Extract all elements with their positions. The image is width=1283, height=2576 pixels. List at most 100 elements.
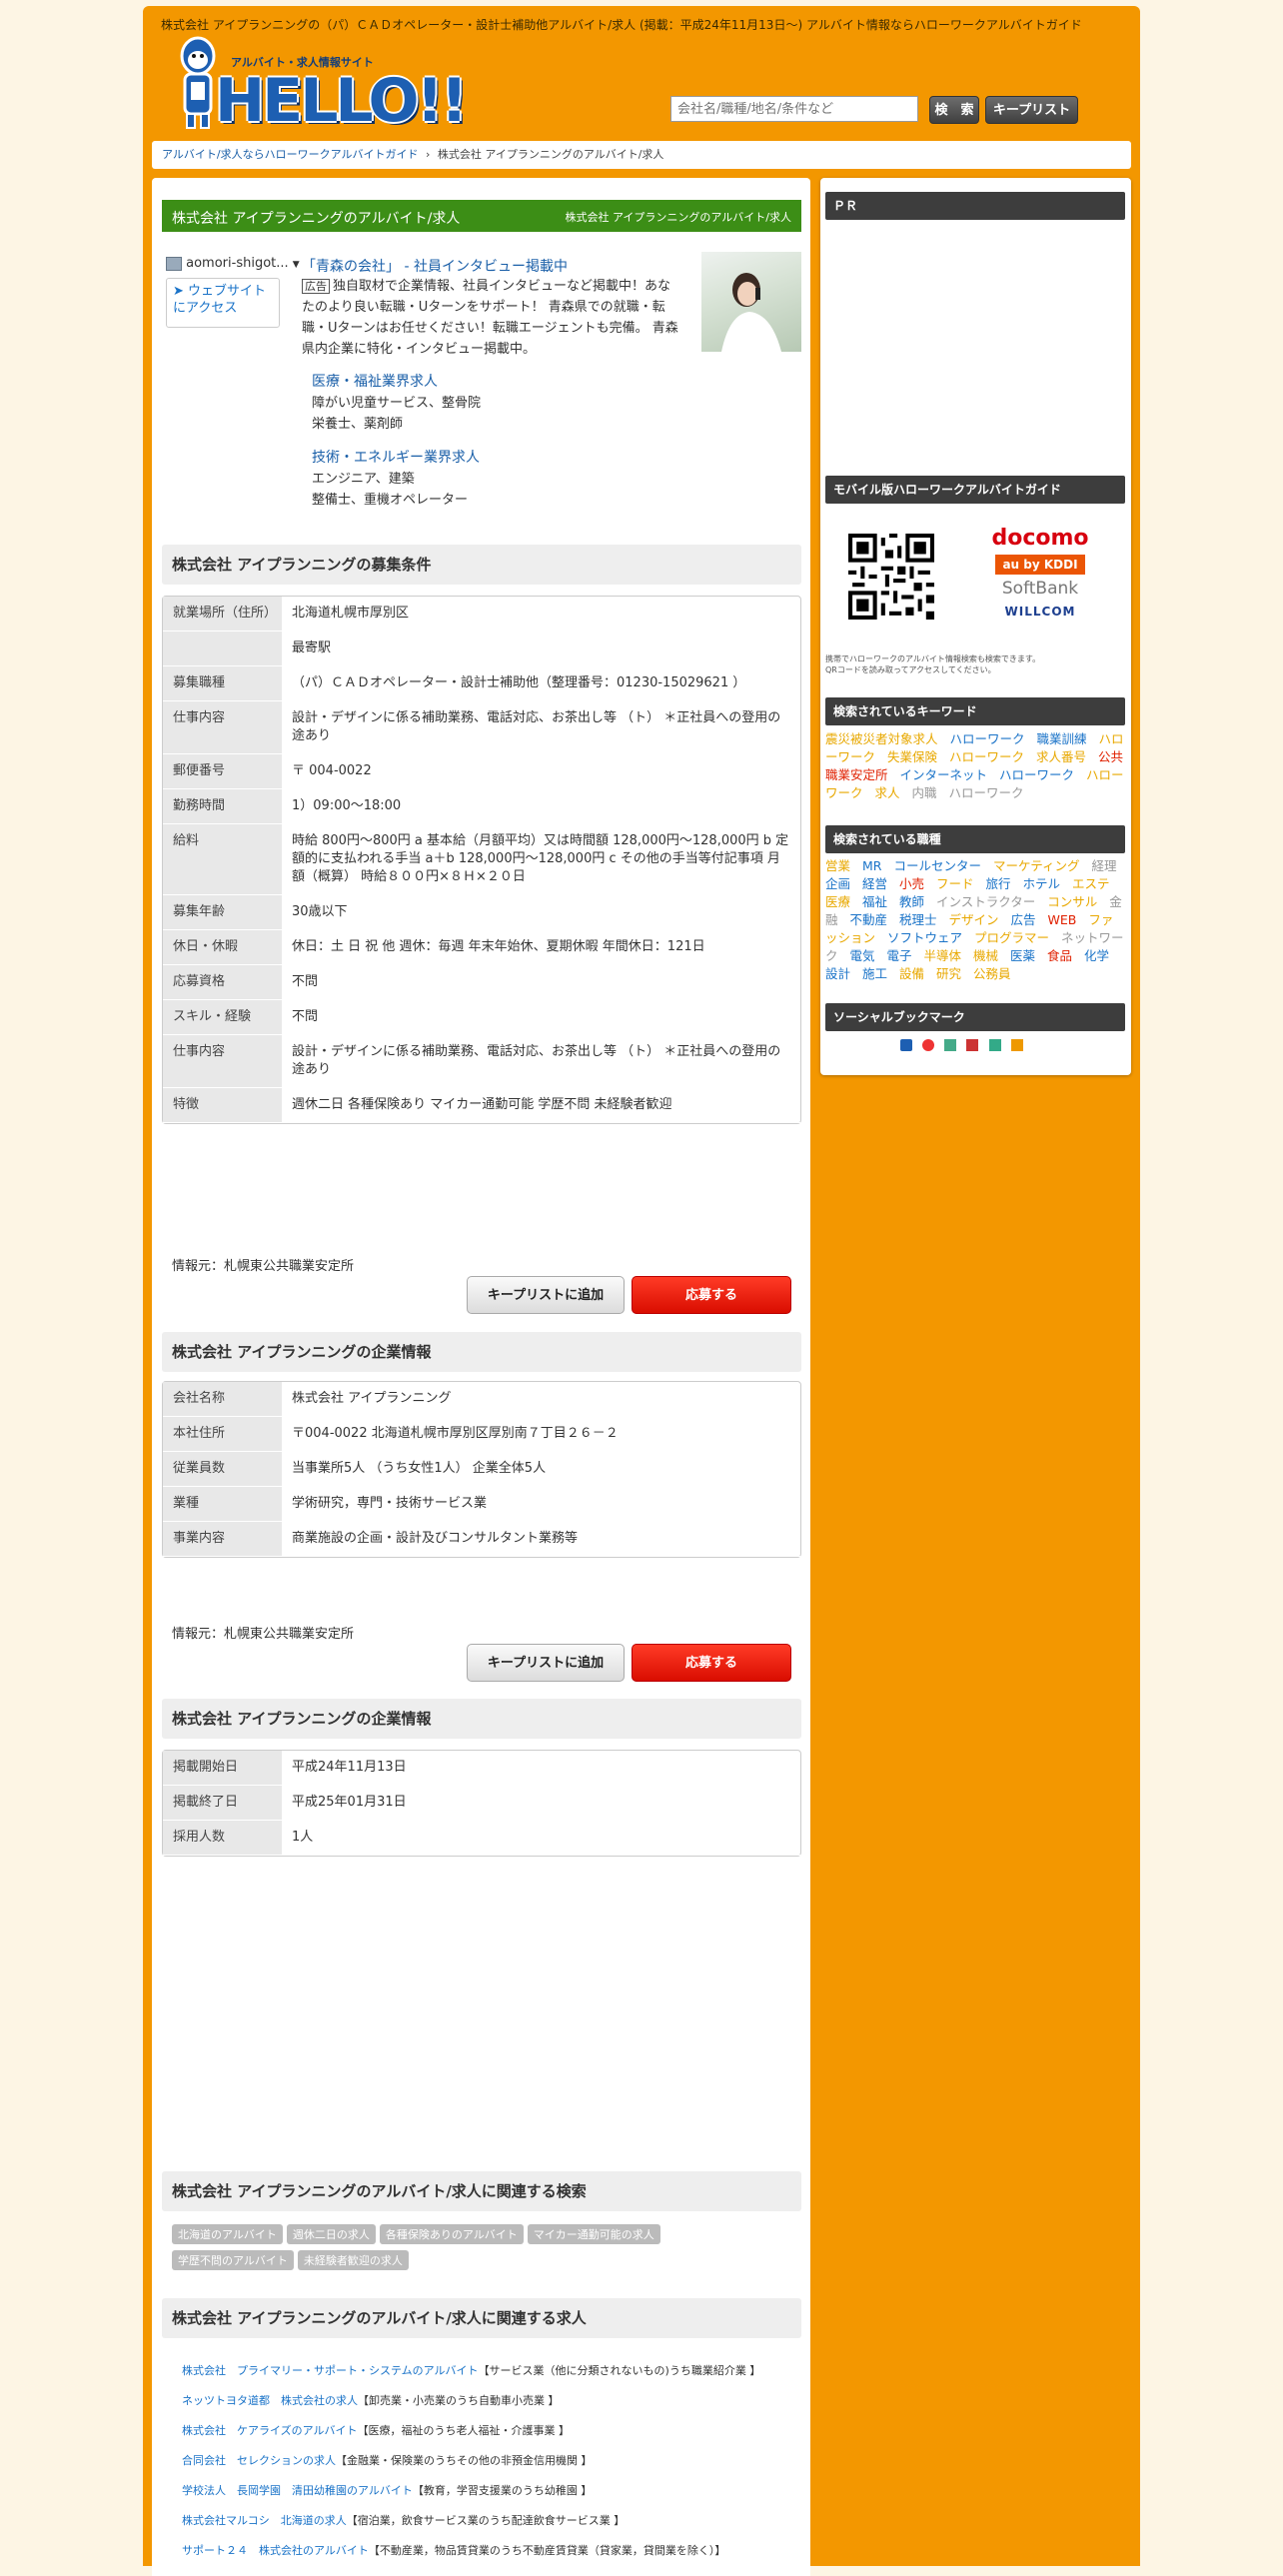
related-search-tag[interactable]: マイカー通勤可能の求人	[527, 2224, 660, 2244]
keyword-link[interactable]: コンサル	[1047, 894, 1097, 909]
keyword-link[interactable]: 医療	[825, 894, 850, 909]
keyword-link[interactable]: ソフトウェア	[887, 930, 962, 945]
row-key: 従業員数	[163, 1452, 282, 1487]
breadcrumb-separator: ›	[425, 148, 431, 161]
keyword-link[interactable]: 求人番号	[1036, 749, 1086, 764]
keyword-link[interactable]: 失業保険	[887, 749, 937, 764]
ad-title[interactable]: 「青森の会社」 - 社員インタビュー掲載中	[302, 256, 568, 276]
keyword-link[interactable]: ハローワーク	[949, 785, 1024, 800]
related-search-tag[interactable]: 週休二日の求人	[286, 2224, 376, 2244]
ad-sub-medical-title[interactable]: 医療・福祉業界求人	[312, 372, 481, 393]
related-job-link[interactable]: 株式会社マルコシ 北海道の求人	[182, 2514, 347, 2527]
related-job-link[interactable]: 株式会社 プライマリー・サポート・システムのアルバイト	[182, 2364, 479, 2377]
keyword-link[interactable]: ハローワーク	[950, 731, 1025, 746]
keyword-link[interactable]: 半導体	[924, 948, 962, 963]
mobile-note: 携帯でハローワークのアルバイト情報検索も検索できます。 QRコードを読み取ってア…	[825, 653, 1125, 675]
page-title-sub: 株式会社 アイプランニングのアルバイト/求人	[565, 211, 791, 224]
keyword-link[interactable]: 設備	[899, 966, 924, 981]
keyword-link[interactable]: デザイン	[949, 912, 999, 927]
related-search-tag[interactable]: 未経験者歓迎の求人	[297, 2250, 409, 2270]
keyword-link[interactable]: インターネット	[900, 767, 988, 782]
ad-visit-website[interactable]: ➤ ウェブサイトにアクセス	[166, 278, 280, 328]
search-input[interactable]	[670, 96, 918, 122]
related-job-link[interactable]: 株式会社 ケアライズのアルバイト	[182, 2424, 358, 2437]
related-job-link[interactable]: ネッツトヨタ道都 株式会社の求人	[182, 2394, 358, 2407]
apply-button[interactable]: 応募する	[632, 1276, 791, 1314]
related-job-category: 【金融業・保険業のうちその他の非預金信用機関 】	[336, 2454, 593, 2467]
row-key: 勤務時間	[163, 789, 282, 824]
hatena-bookmark-icon[interactable]	[900, 1039, 912, 1051]
keyword-link[interactable]: 企画	[825, 876, 850, 891]
keyword-link[interactable]: 電気	[850, 948, 875, 963]
ad-sub-tech: 技術・エネルギー業界求人 エンジニア、建築 整備士、重機オペレーター	[312, 448, 480, 511]
google-bookmark-icon[interactable]	[944, 1039, 957, 1051]
keyword-link[interactable]: インストラクター	[936, 894, 1035, 909]
search-button[interactable]: 検 索	[929, 96, 979, 124]
keyword-link[interactable]: 福祉	[862, 894, 887, 909]
site-logo[interactable]: アルバイト・求人情報サイト HELLO!!	[173, 36, 468, 136]
related-job-category: 【宿泊業，飲食サービス業のうち配達飲食サービス業 】	[346, 2514, 626, 2527]
keep-button[interactable]: キープリストに追加	[467, 1276, 625, 1314]
keyword-link[interactable]: 職業訓練	[1037, 731, 1087, 746]
ad-sub-tech-title[interactable]: 技術・エネルギー業界求人	[312, 448, 480, 469]
related-search-tag[interactable]: 学歴不問のアルバイト	[172, 2250, 294, 2270]
au-logo: au by KDDI	[995, 555, 1085, 575]
keyword-link[interactable]: 医薬	[1010, 948, 1035, 963]
sidebar-social-heading: ソーシャルブックマーク	[825, 1003, 1125, 1031]
livedoor-clip-icon[interactable]	[988, 1039, 1001, 1051]
related-job-link[interactable]: 学校法人 長岡学園 清田幼稚園のアルバイト	[182, 2484, 413, 2497]
keyword-link[interactable]: 電子	[887, 948, 912, 963]
keyword-link[interactable]: 求人	[875, 785, 900, 800]
keyword-link[interactable]: MR	[862, 858, 881, 873]
keyword-link[interactable]: プログラマー	[974, 930, 1049, 945]
keyword-link[interactable]: 税理士	[899, 912, 937, 927]
keyword-link[interactable]: 食品	[1047, 948, 1072, 963]
keyword-link[interactable]: 公務員	[973, 966, 1011, 981]
row-value: 最寄駅	[282, 632, 800, 666]
yahoo-bookmark-icon[interactable]	[966, 1039, 979, 1051]
chevron-down-icon: ▼	[292, 260, 300, 270]
related-search-tag[interactable]: 各種保険ありのアルバイト	[379, 2224, 524, 2244]
keyword-link[interactable]: エステ	[1072, 876, 1110, 891]
row-key: 会社名称	[163, 1382, 282, 1417]
breadcrumb-home-link[interactable]: アルバイト/求人ならハローワークアルバイトガイド	[162, 148, 418, 161]
row-key: 募集職種	[163, 666, 282, 701]
keyword-link[interactable]: フード	[936, 876, 974, 891]
keyword-link[interactable]: 設計	[825, 966, 850, 981]
keyword-link[interactable]: 施工	[862, 966, 887, 981]
keyword-link[interactable]: 内職	[912, 785, 937, 800]
keyword-link[interactable]: コールセンター	[893, 858, 981, 873]
keyword-link[interactable]: ホテル	[1023, 876, 1061, 891]
keyword-link[interactable]: 小売	[899, 876, 924, 891]
buzzurl-icon[interactable]	[1010, 1039, 1023, 1051]
related-search-tag[interactable]: 北海道のアルバイト	[172, 2224, 283, 2244]
ad-source[interactable]: aomori-shigot... ▼	[166, 256, 300, 271]
keyword-link[interactable]: 教師	[899, 894, 924, 909]
delicious-icon[interactable]	[922, 1039, 935, 1051]
keyword-link[interactable]: 機械	[973, 948, 998, 963]
keyword-link[interactable]: 営業	[825, 858, 850, 873]
keeplist-button[interactable]: キープリスト	[985, 96, 1078, 124]
keyword-link[interactable]: 経理	[1091, 858, 1116, 873]
keyword-link[interactable]: 経営	[862, 876, 887, 891]
sidebar-keyword-heading: 検索されているキーワード	[825, 697, 1125, 725]
keep-button-2[interactable]: キープリストに追加	[467, 1644, 625, 1682]
keyword-link[interactable]: 不動産	[850, 912, 888, 927]
related-job-link[interactable]: サポート２４ 株式会社のアルバイト	[182, 2544, 369, 2557]
ad-photo[interactable]	[701, 252, 801, 352]
table-row: 仕事内容 設計・デザインに係る補助業務、電話対応、お茶出し等 （ト） ＊正社員への…	[163, 701, 800, 754]
keyword-link[interactable]: 化学	[1084, 948, 1109, 963]
keyword-link[interactable]: 広告	[1011, 912, 1036, 927]
keyword-link[interactable]: 震災被災者対象求人	[825, 731, 938, 746]
sidebar-jobs-heading: 検索されている職種	[825, 825, 1125, 853]
keyword-link[interactable]: 旅行	[986, 876, 1011, 891]
keyword-link[interactable]: WEB	[1048, 912, 1077, 927]
keyword-link[interactable]: ハローワーク	[999, 767, 1074, 782]
keyword-link[interactable]: マーケティング	[993, 858, 1080, 873]
related-job-link[interactable]: 合同会社 セレクションの求人	[182, 2454, 336, 2467]
keyword-link[interactable]: 研究	[936, 966, 961, 981]
table-row: スキル・経験 不問	[163, 1000, 800, 1035]
apply-button-2[interactable]: 応募する	[632, 1644, 791, 1682]
keyword-link[interactable]: ハローワーク	[949, 749, 1024, 764]
job-type-list: 営業 MR コールセンター マーケティング 経理 企画 経営 小売 フード 旅行…	[825, 857, 1125, 983]
